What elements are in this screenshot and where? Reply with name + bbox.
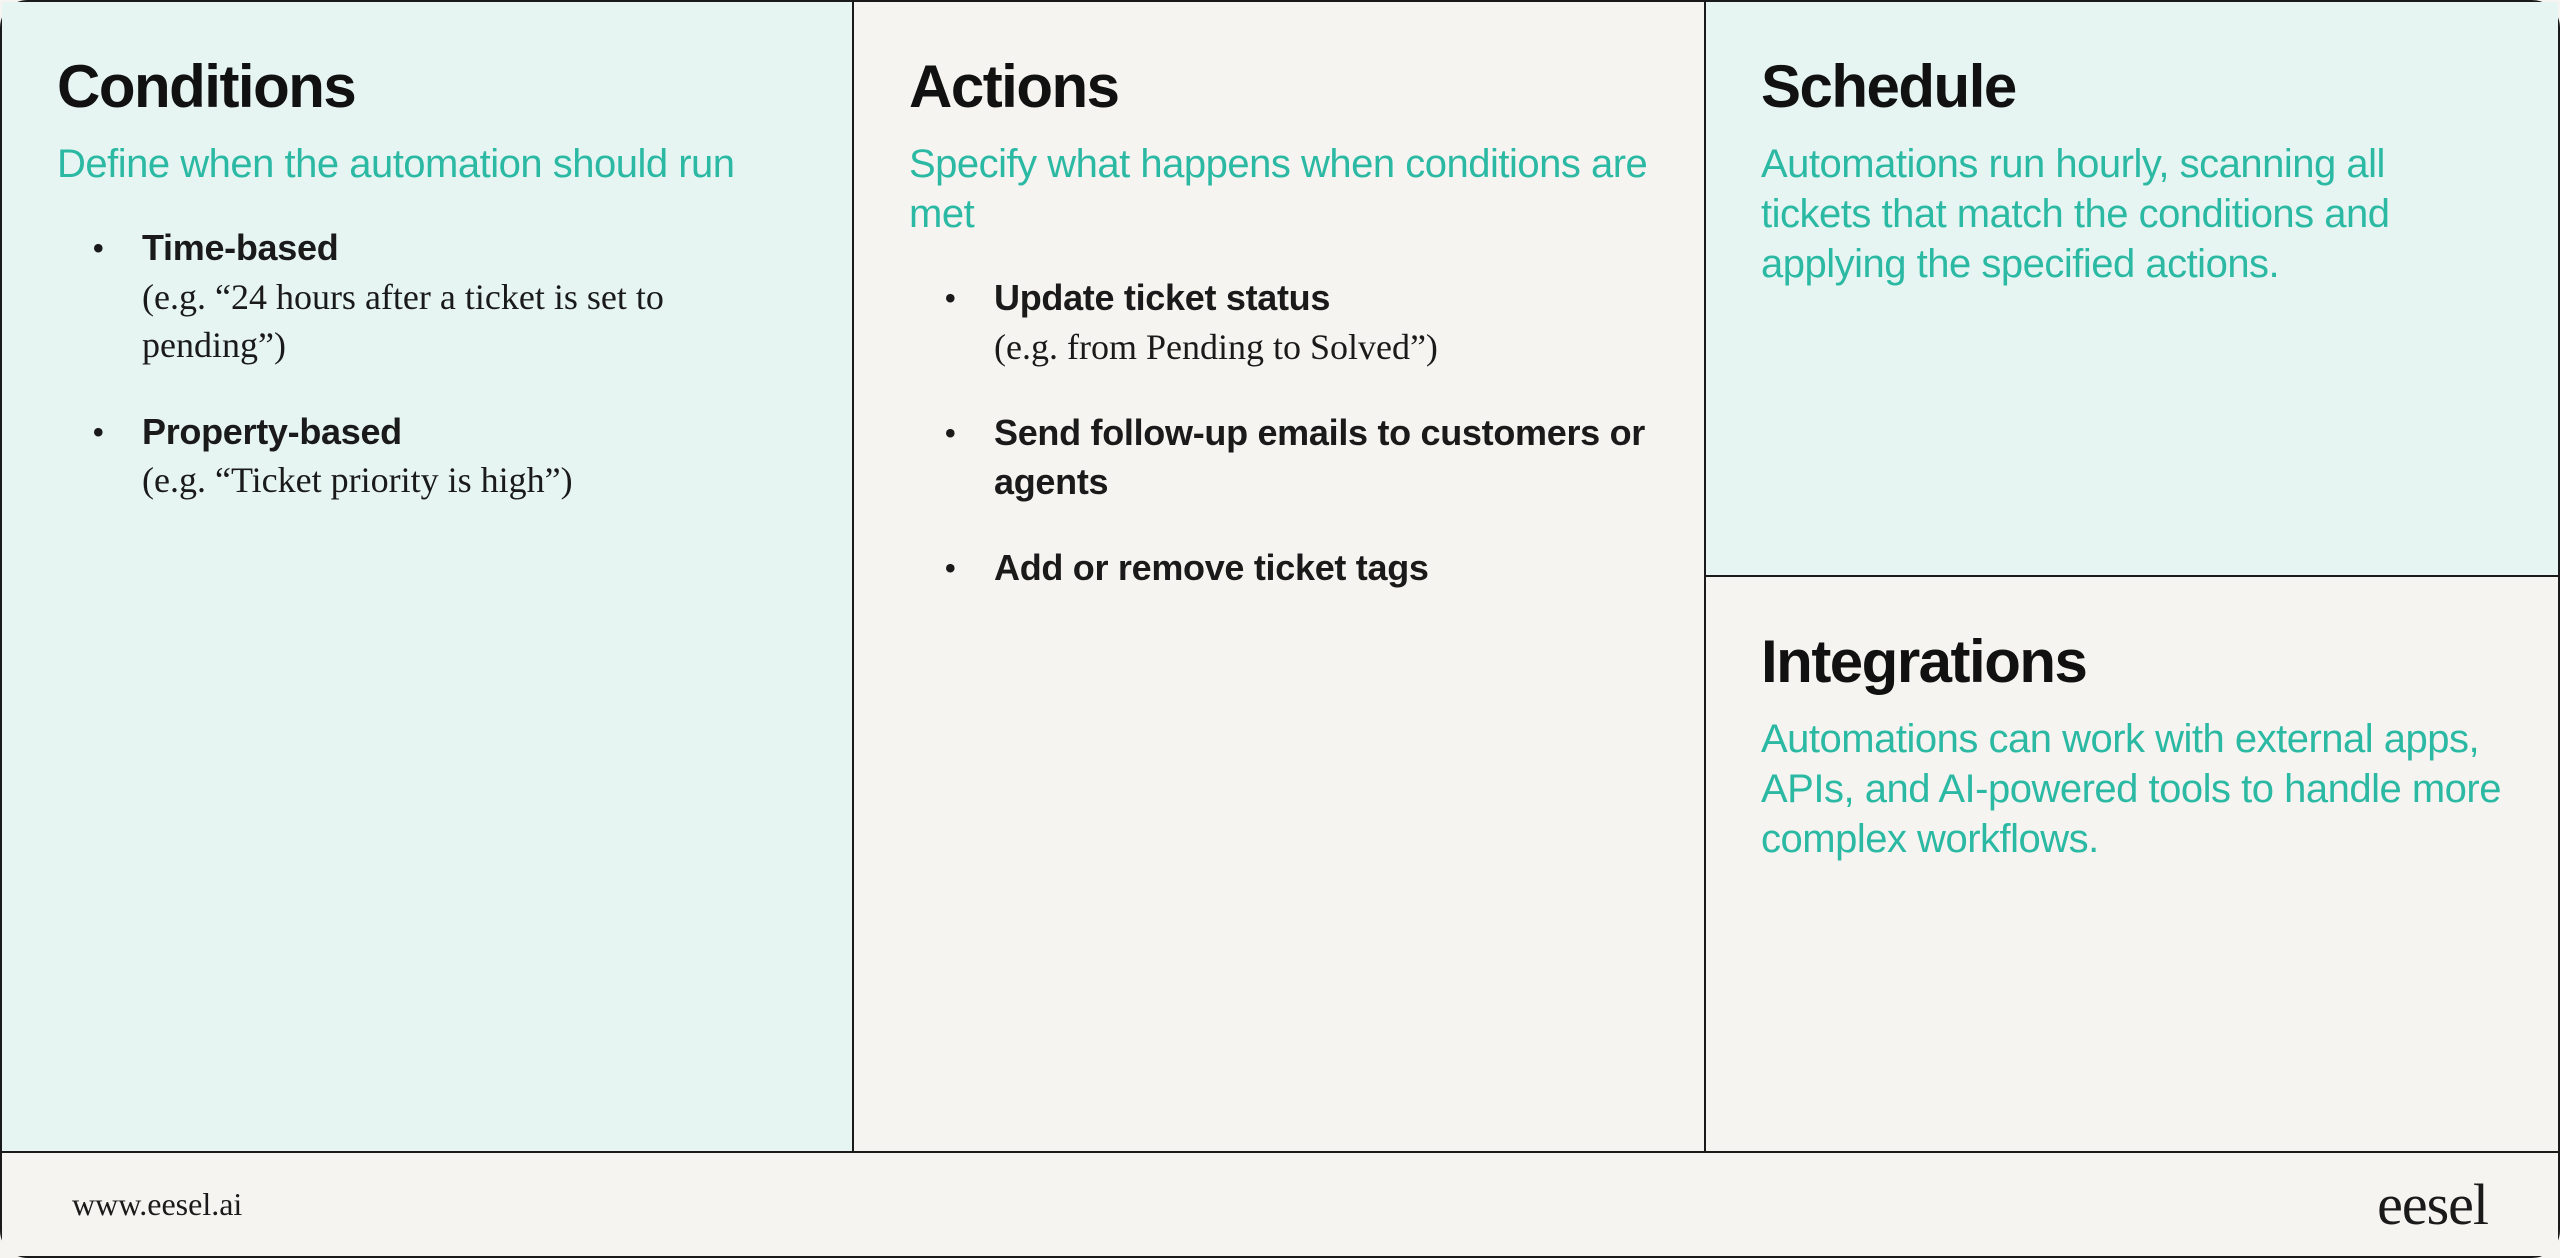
integrations-subtitle: Automations can work with external apps,… xyxy=(1761,714,2503,864)
list-item: Property-based (e.g. “Ticket priority is… xyxy=(82,408,797,505)
item-title: Send follow-up emails to customers or ag… xyxy=(994,409,1649,506)
footer-url: www.eesel.ai xyxy=(72,1186,242,1223)
card-actions: Actions Specify what happens when condit… xyxy=(854,2,1706,1151)
schedule-subtitle: Automations run hourly, scanning all tic… xyxy=(1761,139,2503,289)
item-title: Time-based xyxy=(142,224,797,273)
cards-grid: Conditions Define when the automation sh… xyxy=(2,2,2558,1151)
card-conditions: Conditions Define when the automation sh… xyxy=(2,2,854,1151)
list-item: Update ticket status (e.g. from Pending … xyxy=(934,274,1649,371)
list-item: Time-based (e.g. “24 hours after a ticke… xyxy=(82,224,797,370)
conditions-subtitle: Define when the automation should run xyxy=(57,139,797,189)
item-title: Add or remove ticket tags xyxy=(994,544,1649,593)
item-detail: (e.g. “24 hours after a ticket is set to… xyxy=(142,273,797,370)
actions-subtitle: Specify what happens when conditions are… xyxy=(909,139,1649,239)
conditions-title: Conditions xyxy=(57,52,797,121)
schedule-title: Schedule xyxy=(1761,52,2503,121)
conditions-list: Time-based (e.g. “24 hours after a ticke… xyxy=(57,224,797,505)
actions-title: Actions xyxy=(909,52,1649,121)
item-title: Property-based xyxy=(142,408,797,457)
footer-brand: eesel xyxy=(2377,1171,2488,1238)
item-detail: (e.g. “Ticket priority is high”) xyxy=(142,456,797,505)
integrations-title: Integrations xyxy=(1761,627,2503,696)
actions-list: Update ticket status (e.g. from Pending … xyxy=(909,274,1649,593)
footer: www.eesel.ai eesel xyxy=(2,1151,2558,1256)
list-item: Send follow-up emails to customers or ag… xyxy=(934,409,1649,506)
card-schedule: Schedule Automations run hourly, scannin… xyxy=(1706,2,2558,577)
item-detail: (e.g. from Pending to Solved”) xyxy=(994,323,1649,372)
card-integrations: Integrations Automations can work with e… xyxy=(1706,577,2558,1152)
list-item: Add or remove ticket tags xyxy=(934,544,1649,593)
item-title: Update ticket status xyxy=(994,274,1649,323)
